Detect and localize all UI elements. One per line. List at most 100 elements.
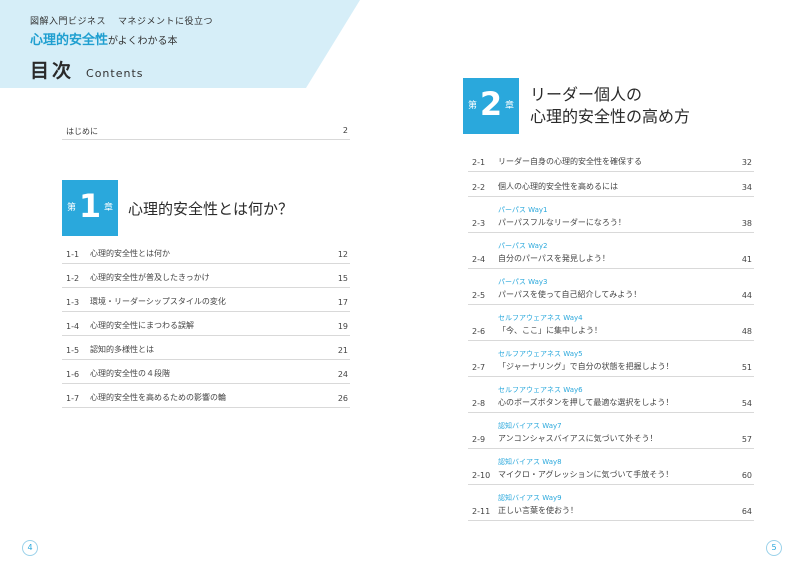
toc-row-number: 1-7 — [66, 394, 80, 403]
toc-row-way-label: セルフアウェアネス Way6 — [498, 386, 583, 394]
toc-row-number: 1-1 — [66, 250, 80, 259]
toc-row-page: 48 — [741, 327, 752, 336]
chapter1-badge: 第 1 章 — [62, 180, 118, 236]
toc-row-way-label: パーパス Way3 — [498, 278, 548, 286]
toc-row-text: 正しい言葉を使おう！ — [498, 506, 578, 515]
toc-title-en: Contents — [86, 67, 144, 80]
toc-row-chapter2[interactable]: 2-11 正しい言葉を使おう！ 64 認知バイアス Way9 — [468, 492, 754, 521]
toc-row-number: 2-10 — [472, 471, 491, 480]
intro-page: 2 — [342, 126, 348, 135]
toc-row-text: 心理的安全性を高めるための影響の輪 — [90, 393, 226, 402]
toc-row-text: 自分のパーパスを発見しよう！ — [498, 254, 610, 263]
toc-row-page: 64 — [741, 507, 752, 516]
toc-row-page: 26 — [337, 394, 348, 403]
toc-row-way-label: パーパス Way1 — [498, 206, 548, 214]
toc-row-page: 44 — [741, 291, 752, 300]
intro-row[interactable]: はじめに 2 — [62, 125, 350, 140]
toc-row-chapter2[interactable]: 2-2 個人の心理的安全性を高めるには 34 — [468, 178, 754, 197]
book-title-main: 心理的安全性 — [30, 33, 109, 48]
page-number-right: 5 — [766, 540, 782, 556]
toc-row-page: 41 — [741, 255, 752, 264]
toc-row-number: 2-1 — [472, 158, 486, 167]
toc-row-way-label: 認知バイアス Way7 — [498, 422, 562, 430]
chapter1-sho: 章 — [103, 203, 113, 213]
toc-row-page: 17 — [337, 298, 348, 307]
toc-row-number: 2-2 — [472, 183, 486, 192]
toc-row-chapter1[interactable]: 1-5 認知的多様性とは 21 — [62, 341, 350, 360]
toc-row-chapter2[interactable]: 2-6 「今、ここ」に集中しよう！ 48 セルフアウェアネス Way4 — [468, 312, 754, 341]
toc-row-chapter2[interactable]: 2-10 マイクロ・アグレッションに気づいて手放そう！ 60 認知バイアス Way8 — [468, 456, 754, 485]
toc-row-text: アンコンシャスバイアスに気づいて外そう！ — [498, 434, 658, 443]
toc-row-chapter1[interactable]: 1-1 心理的安全性とは何か 12 — [62, 245, 350, 264]
toc-row-number: 2-3 — [472, 219, 486, 228]
toc-row-chapter2[interactable]: 2-8 心のポーズボタンを押して最適な選択をしよう！ 54 セルフアウェアネス Way… — [468, 384, 754, 413]
toc-row-text: 環境・リーダーシップスタイルの変化 — [90, 297, 226, 306]
toc-row-chapter2[interactable]: 2-3 パーパスフルなリーダーになろう！ 38 パーパス Way1 — [468, 204, 754, 233]
toc-row-page: 24 — [337, 370, 348, 379]
toc-row-number: 1-4 — [66, 322, 80, 331]
toc-row-page: 19 — [337, 322, 348, 331]
toc-row-page: 51 — [741, 363, 752, 372]
toc-row-chapter2[interactable]: 2-4 自分のパーパスを発見しよう！ 41 パーパス Way2 — [468, 240, 754, 269]
toc-row-way-label: パーパス Way2 — [498, 242, 548, 250]
toc-row-number: 2-4 — [472, 255, 486, 264]
toc-row-chapter2[interactable]: 2-1 リーダー自身の心理的安全性を確保する 32 — [468, 153, 754, 172]
toc-row-chapter2[interactable]: 2-7 「ジャーナリング」で自分の状態を把握しよう！ 51 セルフアウェアネス Way… — [468, 348, 754, 377]
toc-row-page: 38 — [741, 219, 752, 228]
toc-row-text: リーダー自身の心理的安全性を確保する — [498, 157, 642, 166]
toc-row-page: 21 — [337, 346, 348, 355]
toc-row-number: 2-7 — [472, 363, 486, 372]
toc-row-text: 認知的多様性とは — [90, 345, 154, 354]
toc-row-text: 「今、ここ」に集中しよう！ — [498, 326, 602, 335]
chapter2-title-line2: 心理的安全性の高め方 — [530, 107, 691, 126]
toc-row-number: 2-8 — [472, 399, 486, 408]
toc-row-number: 1-5 — [66, 346, 80, 355]
toc-row-number: 2-5 — [472, 291, 486, 300]
chapter2-sho: 章 — [504, 101, 514, 111]
toc-row-number: 1-3 — [66, 298, 80, 307]
toc-row-way-label: セルフアウェアネス Way5 — [498, 350, 583, 358]
series-label-2: マネジメントに役立つ — [118, 17, 214, 27]
toc-row-number: 2-11 — [472, 507, 491, 516]
chapter2-title: リーダー個人の 心理的安全性の高め方 — [530, 84, 690, 128]
toc-heading: 目次 Contents — [30, 56, 144, 83]
toc-row-text: 心理的安全性にまつわる誤解 — [90, 321, 194, 330]
page-number-left: 4 — [22, 540, 38, 556]
toc-row-text: パーパスを使って自己紹介してみよう！ — [498, 290, 642, 299]
toc-row-chapter2[interactable]: 2-9 アンコンシャスバイアスに気づいて外そう！ 57 認知バイアス Way7 — [468, 420, 754, 449]
toc-row-page: 57 — [741, 435, 752, 444]
intro-label: はじめに — [66, 127, 98, 136]
book-title: 心理的安全性がよくわかる本 — [30, 29, 178, 48]
toc-row-text: 心のポーズボタンを押して最適な選択をしよう！ — [498, 398, 674, 407]
toc-row-chapter2[interactable]: 2-5 パーパスを使って自己紹介してみよう！ 44 パーパス Way3 — [468, 276, 754, 305]
toc-row-page: 60 — [741, 471, 752, 480]
book-title-rest: がよくわかる本 — [108, 36, 178, 47]
toc-row-text: 「ジャーナリング」で自分の状態を把握しよう！ — [498, 362, 674, 371]
toc-row-way-label: 認知バイアス Way8 — [498, 458, 562, 466]
toc-row-page: 12 — [337, 250, 348, 259]
toc-row-chapter1[interactable]: 1-6 心理的安全性の４段階 24 — [62, 365, 350, 384]
toc-row-chapter1[interactable]: 1-3 環境・リーダーシップスタイルの変化 17 — [62, 293, 350, 312]
toc-row-number: 1-6 — [66, 370, 80, 379]
toc-row-text: パーパスフルなリーダーになろう！ — [498, 218, 626, 227]
toc-row-page: 15 — [337, 274, 348, 283]
toc-row-page: 32 — [741, 158, 752, 167]
toc-row-text: 個人の心理的安全性を高めるには — [498, 182, 618, 191]
toc-row-text: 心理的安全性とは何か — [90, 249, 170, 258]
chapter2-title-line1: リーダー個人の — [530, 85, 643, 104]
toc-row-way-label: セルフアウェアネス Way4 — [498, 314, 583, 322]
toc-row-text: マイクロ・アグレッションに気づいて手放そう！ — [498, 470, 674, 479]
chapter2-badge: 第 2 章 — [463, 78, 519, 134]
toc-row-chapter1[interactable]: 1-2 心理的安全性が普及したきっかけ 15 — [62, 269, 350, 288]
toc-row-chapter1[interactable]: 1-4 心理的安全性にまつわる誤解 19 — [62, 317, 350, 336]
toc-row-page: 34 — [741, 183, 752, 192]
series-label: 図解入門ビジネス — [30, 17, 107, 27]
chapter1-title: 心理的安全性とは何か？ — [128, 200, 294, 218]
toc-row-chapter1[interactable]: 1-7 心理的安全性を高めるための影響の輪 26 — [62, 389, 350, 408]
toc-row-number: 2-6 — [472, 327, 486, 336]
toc-row-text: 心理的安全性が普及したきっかけ — [90, 273, 210, 282]
toc-title: 目次 — [30, 60, 75, 82]
toc-row-text: 心理的安全性の４段階 — [90, 369, 170, 378]
toc-row-number: 1-2 — [66, 274, 80, 283]
book-series: 図解入門ビジネス マネジメントに役立つ — [30, 14, 213, 27]
